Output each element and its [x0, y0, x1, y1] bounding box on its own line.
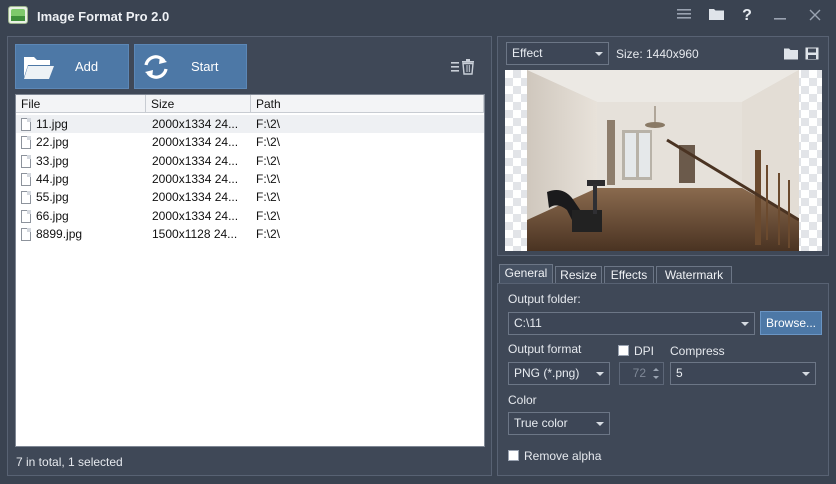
table-row[interactable]: 33.jpg 2000x1334 24... F:\2\ [16, 152, 484, 170]
file-icon [21, 154, 31, 168]
file-icon [21, 191, 31, 205]
start-button-label: Start [191, 59, 219, 74]
column-header-file[interactable]: File [16, 95, 146, 113]
cell-path: F:\2\ [256, 135, 281, 150]
start-button[interactable]: Start [134, 44, 247, 89]
remove-alpha-label: Remove alpha [524, 449, 602, 463]
table-header: File Size Path [16, 95, 484, 113]
cell-size: 2000x1334 24... [152, 190, 239, 205]
table-row[interactable]: 22.jpg 2000x1334 24... F:\2\ [16, 133, 484, 151]
column-header-path[interactable]: Path [251, 95, 484, 113]
cell-size: 1500x1128 24... [152, 226, 238, 241]
status-text: 7 in total, 1 selected [16, 455, 123, 469]
dpi-value: 72 [632, 366, 646, 380]
table-row[interactable]: 11.jpg 2000x1334 24... F:\2\ [16, 115, 484, 133]
folder-icon[interactable] [706, 6, 726, 26]
compress-label: Compress [670, 344, 725, 358]
file-icon [21, 118, 31, 131]
cell-file: 44.jpg [36, 171, 69, 186]
color-label: Color [508, 393, 537, 407]
color-dropdown[interactable]: True color [508, 412, 610, 435]
cell-size: 2000x1334 24... [152, 117, 239, 131]
title-bar: Image Format Pro 2.0 ? [0, 0, 836, 33]
tab-general[interactable]: General [499, 264, 553, 285]
dpi-checkbox[interactable] [618, 345, 629, 356]
help-icon[interactable]: ? [737, 6, 757, 26]
spin-arrows-icon[interactable] [651, 365, 661, 382]
output-folder-label: Output folder: [508, 292, 581, 306]
cell-path: F:\2\ [256, 190, 281, 205]
save-icon[interactable] [805, 47, 819, 60]
cell-file: 33.jpg [36, 153, 69, 168]
file-icon [21, 136, 31, 150]
file-icon [21, 227, 31, 241]
file-panel: Add Start File Size Path 11.jpg 2000x1334… [7, 36, 492, 476]
output-folder-dropdown[interactable]: C:\11 [508, 312, 755, 335]
refresh-icon [144, 55, 168, 79]
compress-value: 5 [676, 366, 683, 380]
column-header-size[interactable]: Size [146, 95, 251, 113]
clear-list-icon[interactable] [451, 59, 477, 77]
cell-file: 11.jpg [36, 117, 68, 131]
cell-file: 66.jpg [36, 208, 69, 223]
effect-dropdown[interactable]: Effect [506, 42, 609, 65]
table-row[interactable]: 55.jpg 2000x1334 24... F:\2\ [16, 188, 484, 206]
output-format-value: PNG (*.png) [514, 366, 580, 380]
cell-file: 8899.jpg [36, 226, 83, 241]
add-button[interactable]: Add [15, 44, 129, 89]
compress-dropdown[interactable]: 5 [670, 362, 816, 385]
app-logo-icon [8, 6, 28, 24]
add-button-label: Add [75, 59, 99, 74]
output-folder-value: C:\11 [514, 316, 542, 330]
app-title: Image Format Pro 2.0 [37, 9, 170, 24]
general-settings-panel: Output folder: C:\11 Browse... Output fo… [497, 283, 829, 476]
image-size-text: Size: 1440x960 [616, 47, 699, 61]
chevron-down-icon [802, 372, 810, 376]
cell-path: F:\2\ [256, 226, 281, 241]
open-folder-icon[interactable] [784, 47, 798, 60]
cell-path: F:\2\ [256, 153, 281, 168]
chevron-down-icon [741, 322, 749, 326]
chevron-down-icon [596, 372, 604, 376]
cell-file: 22.jpg [36, 135, 69, 150]
cell-size: 2000x1334 24... [152, 208, 239, 223]
effect-dropdown-value: Effect [512, 46, 543, 60]
preview-image [527, 70, 799, 251]
file-table[interactable]: File Size Path 11.jpg 2000x1334 24... F:\2… [15, 94, 485, 447]
file-icon [21, 209, 31, 223]
output-format-dropdown[interactable]: PNG (*.png) [508, 362, 610, 385]
preview-panel: Effect Size: 1440x960 [497, 36, 829, 256]
chevron-down-icon [596, 422, 604, 426]
settings-tabs: General Resize Effects Watermark [497, 264, 829, 285]
color-value: True color [514, 416, 568, 430]
preview-canvas [505, 70, 822, 251]
cell-size: 2000x1334 24... [152, 171, 239, 186]
table-row[interactable]: 66.jpg 2000x1334 24... F:\2\ [16, 207, 484, 225]
dpi-label: DPI [634, 344, 655, 358]
minimize-icon[interactable] [770, 6, 790, 26]
open-folder-icon [24, 57, 54, 79]
tab-resize[interactable]: Resize [555, 266, 602, 284]
browse-button[interactable]: Browse... [760, 311, 822, 335]
cell-size: 2000x1334 24... [152, 153, 239, 168]
file-icon [21, 172, 31, 186]
chevron-down-icon [595, 52, 603, 56]
cell-file: 55.jpg [36, 190, 69, 205]
tab-effects[interactable]: Effects [604, 266, 654, 284]
table-row[interactable]: 8899.jpg 1500x1128 24... F:\2\ [16, 225, 484, 243]
cell-path: F:\2\ [256, 171, 281, 186]
cell-path: F:\2\ [256, 117, 281, 131]
output-format-label: Output format [508, 342, 582, 356]
cell-size: 2000x1334 24... [152, 135, 239, 150]
close-icon[interactable] [805, 6, 825, 26]
menu-icon[interactable] [674, 6, 694, 26]
dpi-stepper[interactable]: 72 [619, 362, 664, 385]
tab-watermark[interactable]: Watermark [656, 266, 732, 284]
table-row[interactable]: 44.jpg 2000x1334 24... F:\2\ [16, 170, 484, 188]
cell-path: F:\2\ [256, 208, 281, 223]
remove-alpha-checkbox[interactable] [508, 450, 519, 461]
